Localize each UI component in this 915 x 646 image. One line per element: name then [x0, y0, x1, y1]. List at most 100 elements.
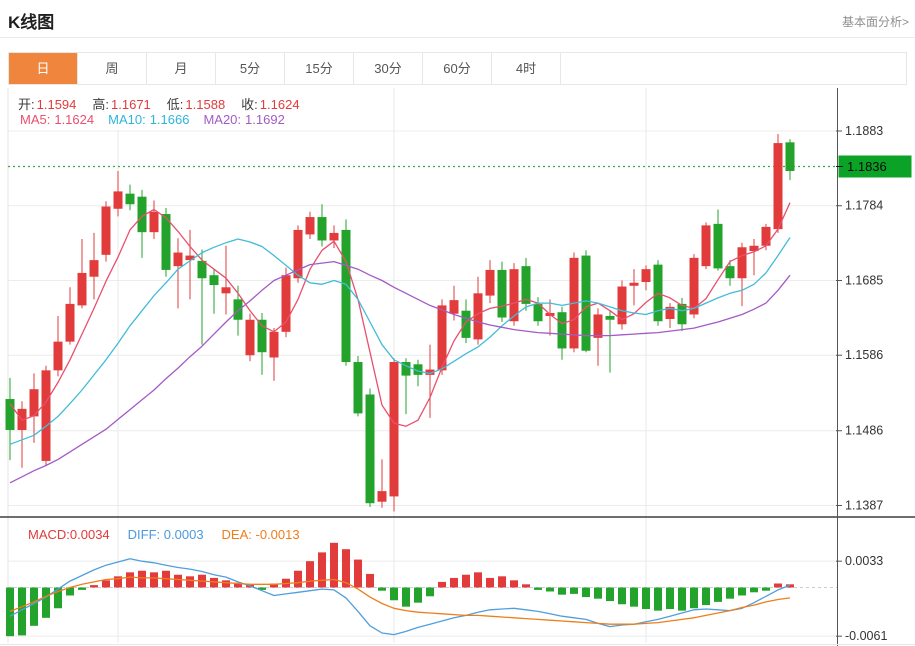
macd-value-readout: MACD:0.0034	[28, 527, 110, 542]
macd-readout: MACD:0.0034 DIFF: 0.0003 DEA: -0.0013	[28, 527, 300, 542]
high-readout: 高:1.1671	[92, 94, 150, 113]
macd-bar-negative	[534, 588, 542, 590]
macd-bar-positive	[306, 561, 314, 587]
candle-body-up	[738, 247, 747, 278]
candle-body-down	[210, 275, 219, 285]
candle-body-up	[282, 275, 291, 332]
candle-body-up	[450, 300, 459, 314]
candle-body-down	[726, 266, 735, 278]
macd-bar-negative	[558, 588, 566, 595]
price-axis-label: 1.1883	[845, 124, 883, 138]
candle-body-up	[174, 253, 183, 267]
tab-day[interactable]: 日	[9, 53, 78, 84]
candle-body-up	[642, 269, 651, 282]
macd-bar-negative	[78, 588, 86, 590]
price-axis-label: 1.1685	[845, 273, 883, 287]
macd-bar-negative	[426, 588, 434, 597]
diff-value-readout: DIFF: 0.0003	[128, 527, 204, 542]
macd-bar-positive	[126, 572, 134, 587]
macd-bar-negative	[726, 588, 734, 599]
macd-bar-positive	[318, 552, 326, 587]
macd-bar-negative	[702, 588, 710, 606]
macd-bar-negative	[678, 588, 686, 611]
candle-body-down	[366, 394, 375, 503]
macd-bar-positive	[510, 580, 518, 587]
tab-5min[interactable]: 5分	[216, 53, 285, 84]
macd-bar-negative	[414, 588, 422, 603]
candle-body-up	[390, 362, 399, 496]
ma10-readout: MA10:1.1666	[108, 112, 189, 127]
candle-body-up	[378, 491, 387, 502]
macd-bar-negative	[402, 588, 410, 607]
candle-body-up	[90, 260, 99, 277]
price-axis-label: 1.1586	[845, 348, 883, 362]
candle-body-up	[486, 270, 495, 296]
macd-bar-positive	[474, 572, 482, 587]
macd-bar-negative	[618, 588, 626, 605]
tab-60min[interactable]: 60分	[423, 53, 492, 84]
price-axis-label: 1.1486	[845, 424, 883, 438]
candle-body-up	[702, 225, 711, 266]
macd-axis-label: 0.0033	[845, 554, 883, 568]
candle-body-down	[498, 270, 507, 318]
macd-bar-positive	[90, 585, 98, 587]
candle-body-down	[354, 362, 363, 413]
candle-body-down	[162, 214, 171, 270]
tab-4hour[interactable]: 4时	[492, 53, 561, 84]
candle-body-up	[270, 332, 279, 358]
candle-body-up	[54, 342, 63, 371]
macd-bar-positive	[462, 575, 470, 588]
tab-month[interactable]: 月	[147, 53, 216, 84]
tab-15min[interactable]: 15分	[285, 53, 354, 84]
period-tabbar: 日 周 月 5分 15分 30分 60分 4时	[8, 52, 907, 85]
macd-bar-negative	[642, 588, 650, 610]
ma20-line	[10, 262, 790, 483]
macd-bar-positive	[354, 560, 362, 588]
macd-bar-negative	[570, 588, 578, 594]
macd-bar-negative	[762, 588, 770, 591]
tab-week[interactable]: 周	[78, 53, 147, 84]
candle-body-up	[66, 304, 75, 342]
macd-bar-negative	[690, 588, 698, 609]
tab-30min[interactable]: 30分	[354, 53, 423, 84]
candle-body-up	[762, 227, 771, 246]
candle-body-up	[222, 287, 231, 293]
macd-bar-negative	[6, 588, 14, 637]
candle-body-down	[258, 320, 267, 352]
macd-bar-negative	[654, 588, 662, 611]
macd-bar-negative	[390, 588, 398, 601]
macd-bar-positive	[174, 575, 182, 588]
candle-body-down	[126, 194, 135, 205]
macd-bar-positive	[450, 578, 458, 588]
ma-readout: MA5:1.1624 MA10:1.1666 MA20:1.1692	[20, 112, 285, 127]
macd-axis-label: -0.0061	[845, 629, 887, 643]
candle-body-down	[558, 312, 567, 348]
price-axis-label: 1.1784	[845, 199, 883, 213]
fundamental-analysis-link[interactable]: 基本面分析>	[842, 13, 909, 30]
macd-bar-negative	[42, 588, 50, 618]
ohlc-readout: 开:1.1594 高:1.1671 低:1.1588 收:1.1624	[18, 94, 300, 113]
candle-body-up	[42, 370, 51, 461]
candle-body-down	[522, 266, 531, 304]
candle-body-up	[102, 207, 111, 255]
candle-body-down	[786, 142, 795, 171]
macd-bar-positive	[102, 580, 110, 587]
titlebar: K线图 基本面分析>	[0, 0, 915, 38]
candle-body-up	[774, 143, 783, 229]
macd-bar-negative	[750, 588, 758, 593]
candle-body-down	[462, 311, 471, 338]
candle-body-down	[234, 299, 243, 319]
macd-bar-positive	[150, 572, 158, 587]
macd-bar-positive	[294, 571, 302, 588]
candle-body-down	[678, 304, 687, 324]
candle-body-down	[198, 261, 207, 278]
macd-bar-positive	[498, 576, 506, 587]
candle-body-down	[582, 256, 591, 351]
macd-bar-negative	[738, 588, 746, 596]
macd-bar-positive	[138, 571, 146, 588]
macd-bar-positive	[486, 578, 494, 588]
macd-bar-positive	[438, 582, 446, 588]
macd-bar-positive	[522, 584, 530, 587]
candle-body-down	[606, 316, 615, 320]
ma10-line	[10, 238, 790, 445]
